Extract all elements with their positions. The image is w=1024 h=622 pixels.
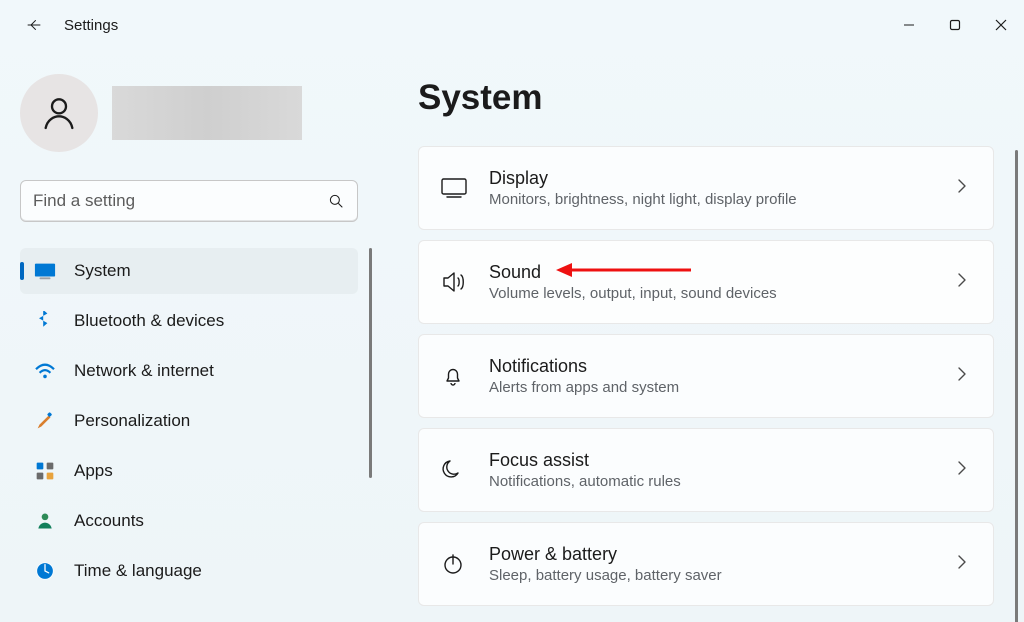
power-icon xyxy=(441,552,489,576)
close-button[interactable] xyxy=(978,5,1024,45)
card-title: Power & battery xyxy=(489,544,957,565)
card-text: Focus assist Notifications, automatic ru… xyxy=(489,450,957,490)
apps-icon xyxy=(34,460,56,482)
system-icon xyxy=(34,260,56,282)
card-text: Notifications Alerts from apps and syste… xyxy=(489,356,957,396)
nav-label: Apps xyxy=(74,461,113,481)
nav-item-system[interactable]: System xyxy=(20,248,358,294)
settings-item-notifications[interactable]: Notifications Alerts from apps and syste… xyxy=(418,334,994,418)
nav-label: Bluetooth & devices xyxy=(74,311,224,331)
search-box[interactable] xyxy=(20,180,358,222)
maximize-icon xyxy=(949,19,961,31)
avatar xyxy=(20,74,98,152)
content-pane: System Display Monitors, brightness, nig… xyxy=(378,50,1024,622)
person-icon xyxy=(39,93,79,133)
card-subtitle: Monitors, brightness, night light, displ… xyxy=(489,191,957,208)
titlebar-left: Settings xyxy=(24,15,118,35)
card-text: Power & battery Sleep, battery usage, ba… xyxy=(489,544,957,584)
nav-label: System xyxy=(74,261,131,281)
profile-name-placeholder xyxy=(112,86,302,140)
nav-list: System Bluetooth & devices Network & int… xyxy=(20,248,358,594)
window-controls xyxy=(886,5,1024,45)
wifi-icon xyxy=(34,360,56,382)
chevron-right-icon xyxy=(957,460,971,481)
chevron-right-icon xyxy=(957,366,971,387)
bell-icon xyxy=(441,364,489,388)
search-icon xyxy=(327,192,345,210)
sound-icon xyxy=(441,270,489,294)
nav-label: Personalization xyxy=(74,411,190,431)
close-icon xyxy=(995,19,1007,31)
nav-label: Time & language xyxy=(74,561,202,581)
settings-item-sound[interactable]: Sound Volume levels, output, input, soun… xyxy=(418,240,994,324)
nav-label: Accounts xyxy=(74,511,144,531)
nav-item-accounts[interactable]: Accounts xyxy=(20,498,358,544)
chevron-right-icon xyxy=(957,178,971,199)
chevron-right-icon xyxy=(957,554,971,575)
maximize-button[interactable] xyxy=(932,5,978,45)
sidebar: System Bluetooth & devices Network & int… xyxy=(0,50,378,622)
settings-window: Settings xyxy=(0,0,1024,622)
nav-item-network[interactable]: Network & internet xyxy=(20,348,358,394)
card-subtitle: Sleep, battery usage, battery saver xyxy=(489,567,957,584)
paintbrush-icon xyxy=(34,410,56,432)
minimize-icon xyxy=(903,19,915,31)
display-icon xyxy=(441,177,489,199)
card-text: Display Monitors, brightness, night ligh… xyxy=(489,168,957,208)
page-title: System xyxy=(418,78,994,118)
content-scrollbar[interactable] xyxy=(1015,150,1018,622)
card-subtitle: Alerts from apps and system xyxy=(489,379,957,396)
main-area: System Bluetooth & devices Network & int… xyxy=(0,50,1024,622)
settings-item-power[interactable]: Power & battery Sleep, battery usage, ba… xyxy=(418,522,994,606)
card-text: Sound Volume levels, output, input, soun… xyxy=(489,262,957,302)
minimize-button[interactable] xyxy=(886,5,932,45)
moon-icon xyxy=(441,458,489,482)
clock-globe-icon xyxy=(34,560,56,582)
nav-item-bluetooth[interactable]: Bluetooth & devices xyxy=(20,298,358,344)
nav-label: Network & internet xyxy=(74,361,214,381)
settings-item-focus-assist[interactable]: Focus assist Notifications, automatic ru… xyxy=(418,428,994,512)
titlebar: Settings xyxy=(0,0,1024,50)
arrow-left-icon xyxy=(25,16,43,34)
accounts-icon xyxy=(34,510,56,532)
chevron-right-icon xyxy=(957,272,971,293)
sidebar-scrollbar[interactable] xyxy=(369,248,372,478)
nav-item-time[interactable]: Time & language xyxy=(20,548,358,594)
card-title: Display xyxy=(489,168,957,189)
settings-list: Display Monitors, brightness, night ligh… xyxy=(418,146,994,606)
card-title: Sound xyxy=(489,262,957,283)
settings-item-display[interactable]: Display Monitors, brightness, night ligh… xyxy=(418,146,994,230)
card-title: Focus assist xyxy=(489,450,957,471)
profile-row[interactable] xyxy=(20,74,358,152)
nav-item-apps[interactable]: Apps xyxy=(20,448,358,494)
nav-item-personalization[interactable]: Personalization xyxy=(20,398,358,444)
search-input[interactable] xyxy=(33,191,327,211)
card-title: Notifications xyxy=(489,356,957,377)
back-button[interactable] xyxy=(24,15,44,35)
bluetooth-icon xyxy=(34,310,56,332)
card-subtitle: Volume levels, output, input, sound devi… xyxy=(489,285,957,302)
card-subtitle: Notifications, automatic rules xyxy=(489,473,957,490)
app-title: Settings xyxy=(64,17,118,34)
